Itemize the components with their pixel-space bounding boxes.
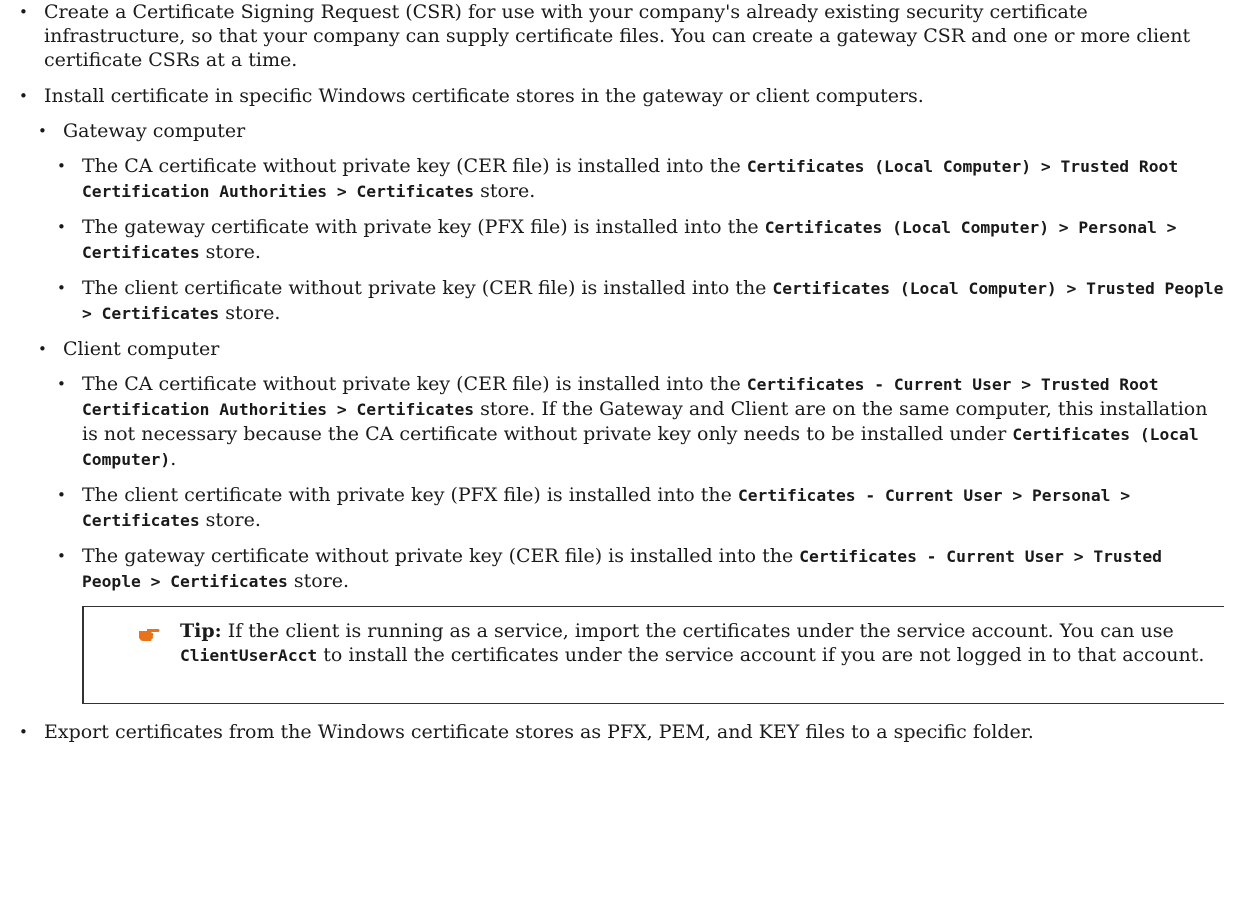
pointing-hand-shape bbox=[139, 629, 160, 641]
group-label: Gateway computer bbox=[63, 120, 246, 142]
gateway-store-list: • The CA certificate without private key… bbox=[57, 154, 1224, 326]
bullet: • bbox=[57, 547, 66, 565]
tip-box: Tip: If the client is running as a servi… bbox=[82, 606, 1224, 704]
entry-text: The gateway certificate without private … bbox=[82, 545, 800, 567]
list-item-gateway-ca-cert: • The CA certificate without private key… bbox=[57, 154, 1224, 204]
list-item-gateway-computer: • Gateway computer • The CA certificate … bbox=[38, 119, 1224, 326]
client-store-list: • The CA certificate without private key… bbox=[57, 372, 1224, 594]
pointing-hand-icon bbox=[139, 629, 160, 641]
list-item-text: Export certificates from the Windows cer… bbox=[44, 721, 1034, 743]
list-item-client-computer: • Client computer • The CA certificate w… bbox=[38, 337, 1224, 594]
list-item-text: Create a Certificate Signing Request (CS… bbox=[44, 1, 1191, 71]
entry-text: store. bbox=[219, 302, 281, 324]
list-item-gateway-pfx-cert: • The gateway certificate with private k… bbox=[57, 215, 1224, 265]
bullet: • bbox=[38, 340, 47, 358]
tip-text: If the client is running as a service, i… bbox=[221, 620, 1174, 642]
entry-text: The client certificate without private k… bbox=[82, 277, 773, 299]
entry-text: store. bbox=[199, 241, 261, 263]
group-label: Client computer bbox=[63, 338, 220, 360]
list-item-install-certificate: • Install certificate in specific Window… bbox=[19, 84, 1224, 704]
bullet: • bbox=[38, 122, 47, 140]
list-item-export-certificates: • Export certificates from the Windows c… bbox=[19, 720, 1214, 744]
bullet: • bbox=[19, 87, 28, 105]
list-item-gateway-client-cer: • The client certificate without private… bbox=[57, 276, 1224, 326]
entry-text: The CA certificate without private key (… bbox=[82, 373, 747, 395]
entry-text: store. bbox=[474, 180, 536, 202]
bullet: • bbox=[57, 218, 66, 236]
list-item-client-ca-cert: • The CA certificate without private key… bbox=[57, 372, 1224, 472]
document-body: • Create a Certificate Signing Request (… bbox=[0, 0, 1247, 756]
tip-code: ClientUserAcct bbox=[180, 646, 318, 665]
bullet: • bbox=[57, 279, 66, 297]
list-item-text: Install certificate in specific Windows … bbox=[44, 85, 924, 107]
bullet: • bbox=[57, 157, 66, 175]
list-item-client-pfx-cert: • The client certificate with private ke… bbox=[57, 483, 1224, 533]
list-item-client-gateway-cer: • The gateway certificate without privat… bbox=[57, 544, 1224, 594]
tip-text: to install the certificates under the se… bbox=[317, 644, 1205, 666]
entry-text: . bbox=[170, 448, 177, 470]
list-item-create-csr: • Create a Certificate Signing Request (… bbox=[19, 0, 1224, 72]
bullet: • bbox=[19, 723, 28, 741]
bullet: • bbox=[57, 375, 66, 393]
entry-text: store. bbox=[199, 509, 261, 531]
tip-label: Tip: bbox=[180, 620, 222, 642]
feature-list: • Create a Certificate Signing Request (… bbox=[0, 0, 1247, 744]
entry-text: The CA certificate without private key (… bbox=[82, 155, 747, 177]
computer-list: • Gateway computer • The CA certificate … bbox=[38, 119, 1224, 594]
bullet: • bbox=[19, 3, 28, 21]
entry-text: store. bbox=[287, 570, 350, 592]
entry-text: The gateway certificate with private key… bbox=[82, 216, 765, 238]
entry-text: The client certificate with private key … bbox=[82, 484, 738, 506]
bullet: • bbox=[57, 486, 66, 504]
